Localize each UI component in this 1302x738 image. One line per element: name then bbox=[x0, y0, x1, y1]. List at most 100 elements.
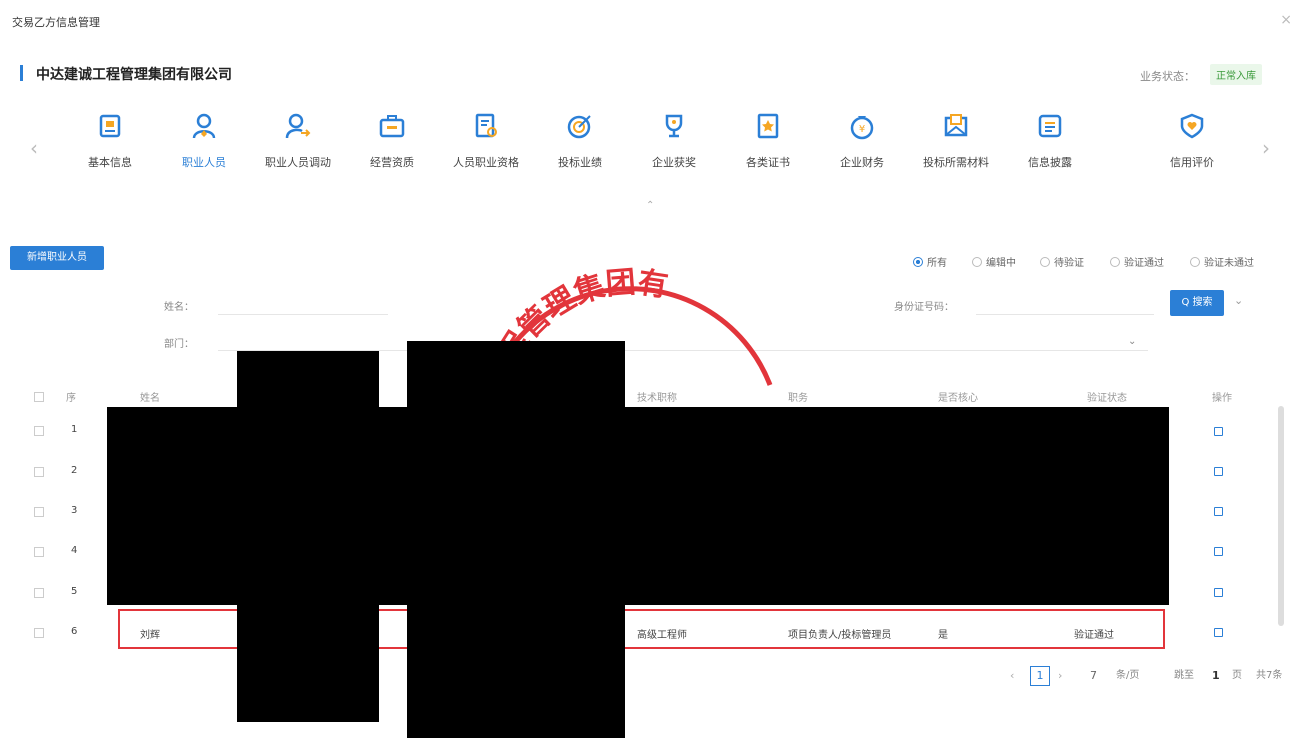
pager-next-button[interactable]: › bbox=[1058, 664, 1062, 688]
per-page-label: 条/页 bbox=[1116, 670, 1140, 681]
row-checkbox[interactable] bbox=[34, 588, 44, 598]
radio-icon bbox=[972, 257, 982, 267]
money-bag-icon: ¥ bbox=[850, 116, 874, 140]
nav-finance[interactable]: ¥ 企业财务 bbox=[817, 112, 907, 170]
nav-label: 经营资质 bbox=[370, 156, 414, 169]
close-button[interactable]: × bbox=[1280, 12, 1292, 28]
notice-board-icon bbox=[1038, 114, 1062, 138]
nav-bid-materials[interactable]: 投标所需材料 bbox=[911, 112, 1001, 170]
row-seq: 2 bbox=[71, 465, 78, 476]
redaction-block bbox=[237, 351, 379, 722]
certificate-doc-icon bbox=[475, 113, 497, 138]
filter-label: 验证未通过 bbox=[1204, 258, 1254, 269]
filter-label: 编辑中 bbox=[986, 258, 1016, 269]
edit-icon[interactable] bbox=[1214, 427, 1223, 436]
pager-prev-button[interactable]: ‹ bbox=[1010, 664, 1014, 688]
redaction-block bbox=[407, 341, 625, 738]
total-count: 共7条 bbox=[1256, 670, 1283, 681]
row-checkbox[interactable] bbox=[34, 628, 44, 638]
header-position[interactable]: 职务 bbox=[788, 389, 808, 404]
edit-icon[interactable] bbox=[1214, 467, 1223, 476]
filter-label: 验证通过 bbox=[1124, 258, 1164, 269]
name-input[interactable] bbox=[218, 292, 388, 315]
nav-basic-info[interactable]: 基本信息 bbox=[65, 112, 155, 170]
nav-label: 投标业绩 bbox=[558, 156, 602, 169]
table-scrollbar[interactable] bbox=[1278, 406, 1284, 626]
header-tech-title[interactable]: 技术职称 bbox=[637, 389, 677, 404]
page-unit-label: 页 bbox=[1232, 670, 1242, 681]
radio-icon bbox=[1040, 257, 1050, 267]
svg-text:¥: ¥ bbox=[859, 124, 865, 135]
nav-label: 企业财务 bbox=[840, 156, 884, 169]
nav-credit-rating[interactable]: 信用评价 bbox=[1147, 112, 1237, 170]
edit-icon[interactable] bbox=[1214, 547, 1223, 556]
header-status: 验证状态 bbox=[1087, 393, 1127, 404]
filter-pending[interactable]: 待验证 bbox=[1040, 254, 1084, 269]
status-label: 业务状态： bbox=[1140, 70, 1195, 83]
row-checkbox[interactable] bbox=[34, 426, 44, 436]
id-number-input[interactable] bbox=[976, 292, 1154, 315]
page-number-button[interactable]: 1 bbox=[1030, 666, 1050, 686]
row-seq: 4 bbox=[71, 545, 78, 556]
nav-personnel-qualification[interactable]: 人员职业资格 bbox=[441, 112, 531, 170]
collapse-icon[interactable]: ⌃ bbox=[646, 200, 654, 211]
chevron-down-icon[interactable]: ⌄ bbox=[1128, 336, 1136, 347]
nav-label: 各类证书 bbox=[746, 156, 790, 169]
nav-label: 信用评价 bbox=[1170, 156, 1214, 169]
nav-practitioner-transfer[interactable]: 职业人员调动 bbox=[253, 112, 343, 170]
filter-rejected[interactable]: 验证未通过 bbox=[1190, 254, 1254, 269]
nav-bid-performance[interactable]: 投标业绩 bbox=[535, 112, 625, 170]
id-card-icon bbox=[99, 114, 121, 138]
nav-disclosure[interactable]: 信息披露 bbox=[1005, 112, 1095, 170]
row-seq: 1 bbox=[71, 424, 78, 435]
page-size-select[interactable]: 7 bbox=[1090, 664, 1097, 688]
radio-icon bbox=[1190, 257, 1200, 267]
goto-label: 跳至 bbox=[1174, 670, 1194, 681]
status-badge: 正常入库 bbox=[1210, 64, 1262, 85]
title-accent-bar bbox=[20, 65, 23, 81]
company-name: 中达建诚工程管理集团有限公司 bbox=[36, 67, 232, 83]
nav-awards[interactable]: 企业获奖 bbox=[629, 112, 719, 170]
nav-label: 人员职业资格 bbox=[453, 156, 519, 169]
shield-heart-icon bbox=[1180, 113, 1204, 139]
edit-icon[interactable] bbox=[1214, 588, 1223, 597]
filter-editing[interactable]: 编辑中 bbox=[972, 254, 1016, 269]
select-all-checkbox[interactable] bbox=[34, 392, 44, 402]
carousel-next-button[interactable]: › bbox=[1262, 136, 1270, 160]
goto-page-input[interactable]: 1 bbox=[1212, 664, 1220, 688]
add-practitioner-button[interactable]: 新增职业人员 bbox=[10, 246, 104, 270]
carousel-prev-button[interactable]: ‹ bbox=[30, 136, 38, 160]
trophy-icon bbox=[665, 114, 683, 138]
nav-label: 信息披露 bbox=[1028, 156, 1072, 169]
envelope-icon bbox=[944, 114, 968, 137]
row-seq: 3 bbox=[71, 505, 78, 516]
row-checkbox[interactable] bbox=[34, 507, 44, 517]
search-button[interactable]: Q 搜索 bbox=[1170, 290, 1224, 316]
row-checkbox[interactable] bbox=[34, 547, 44, 557]
filter-all[interactable]: 所有 bbox=[913, 254, 947, 269]
nav-label: 职业人员调动 bbox=[265, 156, 331, 169]
nav-label: 基本信息 bbox=[88, 156, 132, 169]
target-icon bbox=[567, 115, 591, 139]
nav-label: 职业人员 bbox=[182, 156, 226, 169]
nav-practitioners[interactable]: 职业人员 bbox=[159, 112, 249, 170]
nav-label: 投标所需材料 bbox=[923, 156, 989, 169]
filter-verified[interactable]: 验证通过 bbox=[1110, 254, 1164, 269]
name-label: 姓名： bbox=[164, 302, 194, 313]
row-seq: 6 bbox=[71, 626, 78, 637]
user-transfer-icon bbox=[285, 113, 311, 139]
nav-certificates[interactable]: 各类证书 bbox=[723, 112, 813, 170]
row-seq: 5 bbox=[71, 586, 78, 597]
star-certificate-icon bbox=[757, 113, 779, 139]
edit-icon[interactable] bbox=[1214, 507, 1223, 516]
nav-label: 企业获奖 bbox=[652, 156, 696, 169]
filter-label: 所有 bbox=[927, 258, 947, 269]
radio-icon bbox=[1110, 257, 1120, 267]
header-seq: 序 bbox=[66, 393, 76, 404]
header-name[interactable]: 姓名 bbox=[140, 389, 160, 404]
edit-icon[interactable] bbox=[1214, 628, 1223, 637]
nav-business-qualification[interactable]: 经营资质 bbox=[347, 112, 437, 170]
chevron-down-icon[interactable]: ⌄ bbox=[1234, 294, 1243, 307]
briefcase-icon bbox=[379, 115, 405, 138]
row-checkbox[interactable] bbox=[34, 467, 44, 477]
